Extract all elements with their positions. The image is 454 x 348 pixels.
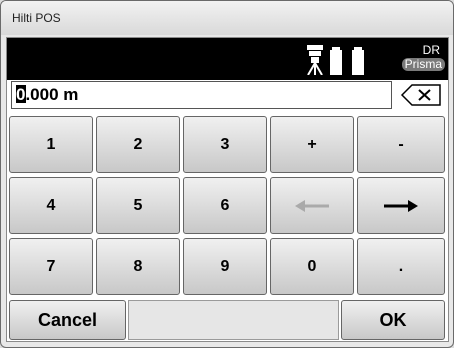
key-1[interactable]: 1 bbox=[9, 116, 93, 173]
key-8[interactable]: 8 bbox=[96, 238, 180, 295]
status-bar: DR Prisma bbox=[7, 38, 448, 80]
key-5[interactable]: 5 bbox=[96, 177, 180, 234]
window-title: Hilti POS bbox=[12, 11, 61, 25]
tripod-instrument-icon bbox=[307, 45, 323, 75]
key-0[interactable]: 0 bbox=[270, 238, 354, 295]
key-arrow-left[interactable] bbox=[270, 177, 354, 234]
key-arrow-right[interactable] bbox=[357, 177, 445, 234]
value-digits: 0.000 m bbox=[16, 85, 79, 104]
key-7[interactable]: 7 bbox=[9, 238, 93, 295]
value-input[interactable]: 0.000 m bbox=[11, 81, 392, 109]
footer-bar: Cancel OK bbox=[7, 300, 448, 341]
footer-spacer bbox=[128, 300, 339, 340]
key-6[interactable]: 6 bbox=[183, 177, 267, 234]
numeric-keypad: 1 2 3 + - 4 5 6 7 8 9 0. bbox=[7, 114, 448, 297]
key-9[interactable]: 9 bbox=[183, 238, 267, 295]
key-4[interactable]: 4 bbox=[9, 177, 93, 234]
arrow-right-icon bbox=[384, 199, 418, 212]
key-minus[interactable]: - bbox=[357, 116, 445, 173]
distance-mode-label: DR bbox=[422, 43, 440, 57]
backspace-icon[interactable] bbox=[400, 84, 442, 106]
app-window: Hilti POS DR Prisma 0.000 m 1 2 3 + - 4 … bbox=[0, 0, 454, 348]
title-bar: Hilti POS bbox=[1, 1, 453, 35]
arrow-left-icon bbox=[295, 199, 329, 212]
battery-icon bbox=[330, 47, 364, 75]
dialog-body: DR Prisma 0.000 m 1 2 3 + - 4 5 6 7 8 9 0. Cancel O… bbox=[6, 37, 449, 342]
key-3[interactable]: 3 bbox=[183, 116, 267, 173]
key-decimal[interactable]: . bbox=[357, 238, 445, 295]
key-plus[interactable]: + bbox=[270, 116, 354, 173]
value-text: 0.000 m bbox=[16, 85, 78, 105]
prism-mode-badge: Prisma bbox=[401, 58, 445, 71]
cancel-button[interactable]: Cancel bbox=[9, 300, 126, 340]
entry-row: 0.000 m bbox=[7, 80, 448, 110]
ok-button[interactable]: OK bbox=[341, 300, 445, 340]
key-2[interactable]: 2 bbox=[96, 116, 180, 173]
